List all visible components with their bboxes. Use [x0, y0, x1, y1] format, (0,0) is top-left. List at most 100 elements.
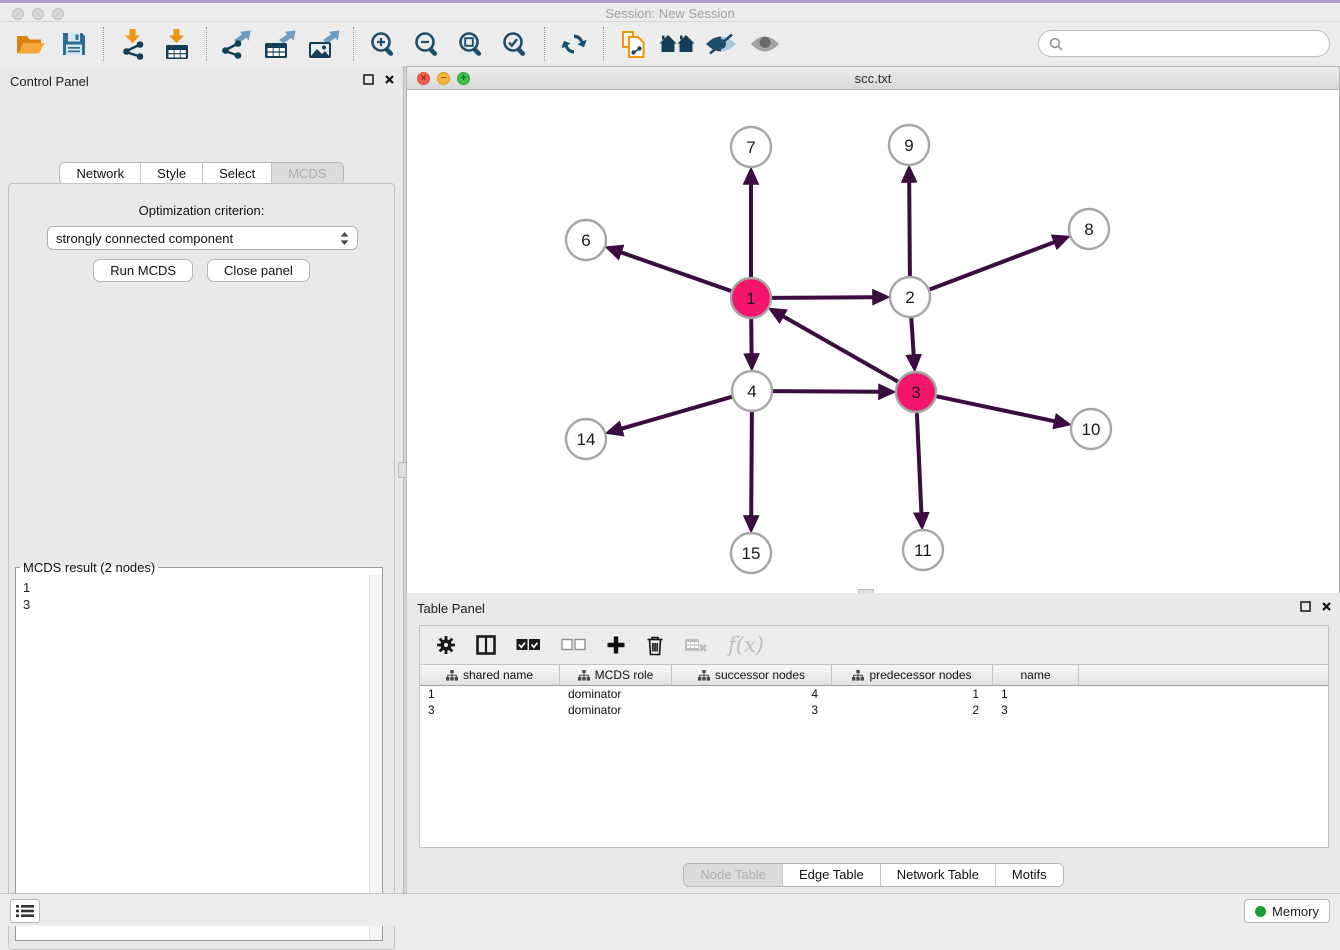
task-history-button[interactable]: [10, 899, 40, 923]
delete-table-icon: [684, 637, 708, 653]
gear-button[interactable]: [436, 635, 456, 655]
close-panel-button[interactable]: Close panel: [207, 259, 310, 282]
graph-edge-4-3[interactable]: [773, 391, 879, 392]
graph-node-7[interactable]: 7: [731, 127, 771, 167]
add-row-button[interactable]: [606, 635, 626, 655]
network-frame-titlebar[interactable]: × − + scc.txt: [407, 67, 1339, 90]
graph-edge-2-8[interactable]: [930, 242, 1055, 289]
float-panel-icon[interactable]: [363, 74, 374, 85]
export-table-button[interactable]: [258, 25, 302, 63]
graph-edge-3-1[interactable]: [783, 316, 898, 381]
tree-icon: [698, 670, 710, 681]
graph-edge-1-6[interactable]: [621, 252, 731, 291]
graph-node-3[interactable]: 3: [896, 372, 936, 412]
delete-row-button[interactable]: [646, 635, 664, 656]
tab-motifs[interactable]: Motifs: [995, 864, 1063, 886]
tab-network[interactable]: Network: [60, 163, 140, 184]
graph-node-14[interactable]: 14: [566, 419, 606, 459]
mcds-result-item[interactable]: 1: [23, 579, 363, 596]
column-label: name: [1020, 668, 1050, 682]
hide-selected-button[interactable]: [699, 25, 743, 63]
column-header-successor-nodes[interactable]: successor nodes: [672, 665, 832, 685]
graph-node-4[interactable]: 4: [732, 371, 772, 411]
graph-node-11[interactable]: 11: [903, 530, 943, 570]
graph-edge-3-11[interactable]: [917, 413, 922, 513]
table-cell[interactable]: dominator: [560, 687, 672, 701]
graph-node-1[interactable]: 1: [731, 278, 771, 318]
toolbar-separator: [206, 27, 207, 61]
graph-node-2[interactable]: 2: [890, 277, 930, 317]
show-all-button[interactable]: [743, 25, 787, 63]
search-box[interactable]: [1038, 30, 1330, 57]
table-cell[interactable]: 1: [993, 687, 1079, 701]
table-cell[interactable]: 3: [672, 703, 832, 717]
tree-icon: [578, 670, 590, 681]
export-image-button[interactable]: [302, 25, 346, 63]
tab-node-table[interactable]: Node Table: [684, 864, 782, 886]
table-cell[interactable]: 1: [420, 687, 560, 701]
columns-button[interactable]: [476, 635, 496, 655]
graph-node-8[interactable]: 8: [1069, 209, 1109, 249]
tab-select[interactable]: Select: [202, 163, 271, 184]
table-row[interactable]: 3dominator323: [420, 702, 1328, 718]
memory-button[interactable]: Memory: [1244, 899, 1330, 923]
graph-node-6[interactable]: 6: [566, 220, 606, 260]
tab-style[interactable]: Style: [140, 163, 202, 184]
zoom-selected-button[interactable]: [493, 25, 537, 63]
table-toolbar: f(x): [419, 625, 1329, 665]
tab-network-table[interactable]: Network Table: [880, 864, 995, 886]
table-cell[interactable]: 1: [832, 687, 993, 701]
column-header-shared-name[interactable]: shared name: [420, 665, 560, 685]
close-table-panel-icon[interactable]: [1321, 601, 1332, 612]
close-panel-icon[interactable]: [384, 74, 395, 85]
result-scrollbar[interactable]: [369, 575, 382, 940]
zoom-in-button[interactable]: [361, 25, 405, 63]
zoom-fit-button[interactable]: [449, 25, 493, 63]
network-frame-title: scc.txt: [407, 71, 1339, 86]
unselect-all-button[interactable]: [561, 638, 586, 652]
export-network-button[interactable]: [214, 25, 258, 63]
open-button[interactable]: [8, 25, 52, 63]
save-button[interactable]: [52, 25, 96, 63]
graph-node-10[interactable]: 10: [1071, 409, 1111, 449]
search-input[interactable]: [1069, 36, 1319, 51]
mcds-result-list[interactable]: 13: [17, 577, 369, 939]
import-table-button[interactable]: [155, 25, 199, 63]
refresh-button[interactable]: [552, 25, 596, 63]
run-mcds-button[interactable]: Run MCDS: [93, 259, 193, 282]
graph-node-9[interactable]: 9: [889, 125, 929, 165]
zoom-out-button[interactable]: [405, 25, 449, 63]
houses-button[interactable]: [655, 25, 699, 63]
graph-node-15[interactable]: 15: [731, 533, 771, 573]
table-cell[interactable]: dominator: [560, 703, 672, 717]
network-canvas[interactable]: 7 9 6 8 1 2 4 3 14 10 15 11: [407, 90, 1339, 593]
mcds-result-item[interactable]: 3: [23, 596, 363, 613]
table-cell[interactable]: 4: [672, 687, 832, 701]
column-header-name[interactable]: name: [993, 665, 1079, 685]
svg-text:6: 6: [581, 231, 590, 250]
zoom-out-icon: [413, 30, 441, 58]
graph-edge-4-15[interactable]: [751, 412, 752, 516]
select-all-button[interactable]: [516, 638, 541, 652]
optimization-criterion-select[interactable]: strongly connected component: [47, 226, 358, 250]
table-panel-tabs: Node TableEdge TableNetwork TableMotifs: [407, 863, 1340, 887]
new-network-from-selection-button[interactable]: [611, 25, 655, 63]
tab-mcds[interactable]: MCDS: [271, 163, 342, 184]
table-cell[interactable]: 3: [420, 703, 560, 717]
graph-edge-2-9[interactable]: [909, 182, 910, 276]
column-label: predecessor nodes: [869, 668, 971, 682]
table-cell[interactable]: 3: [993, 703, 1079, 717]
graph-edge-2-3[interactable]: [911, 318, 913, 355]
float-table-panel-icon[interactable]: [1300, 601, 1311, 612]
table-row[interactable]: 1dominator411: [420, 686, 1328, 702]
tab-edge-table[interactable]: Edge Table: [782, 864, 880, 886]
column-header-predecessor-nodes[interactable]: predecessor nodes: [832, 665, 993, 685]
graph-edge-4-14[interactable]: [622, 397, 732, 429]
graph-edge-3-10[interactable]: [937, 396, 1055, 421]
import-network-button[interactable]: [111, 25, 155, 63]
svg-text:9: 9: [904, 136, 913, 155]
table-cell[interactable]: 2: [832, 703, 993, 717]
graph-edge-1-2[interactable]: [772, 297, 873, 298]
toolbar-separator: [603, 27, 604, 61]
column-header-MCDS-role[interactable]: MCDS role: [560, 665, 672, 685]
